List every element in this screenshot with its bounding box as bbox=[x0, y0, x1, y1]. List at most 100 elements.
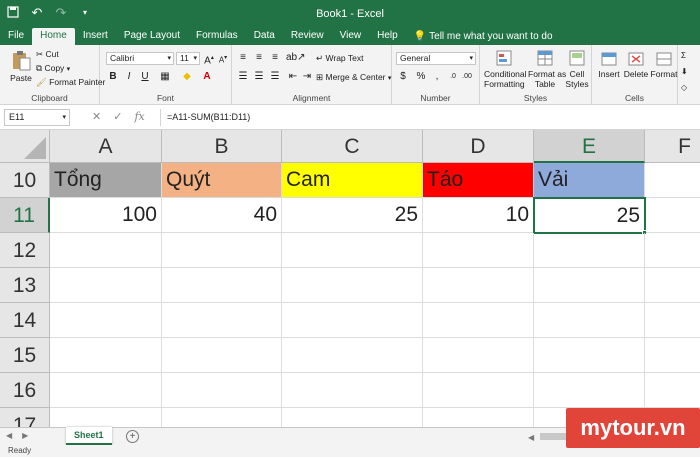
align-left-icon[interactable]: ☰ bbox=[236, 70, 250, 83]
comma-icon[interactable]: , bbox=[430, 70, 444, 83]
cell-a17[interactable] bbox=[50, 408, 162, 427]
increase-indent-icon[interactable]: ⇥ bbox=[300, 70, 314, 83]
formula-input[interactable]: =A11-SUM(B11:D11) bbox=[160, 109, 696, 126]
insert-function-icon[interactable]: fx bbox=[134, 110, 144, 123]
cell-d13[interactable] bbox=[423, 268, 534, 303]
decrease-decimal-icon[interactable]: .00 bbox=[460, 70, 474, 83]
column-header-d[interactable]: D bbox=[423, 130, 534, 163]
conditional-formatting-button[interactable]: Conditional Formatting bbox=[484, 49, 527, 89]
paste-button[interactable]: Paste bbox=[8, 49, 34, 83]
column-header-b[interactable]: B bbox=[162, 130, 282, 163]
cell-e11[interactable]: 25 bbox=[533, 197, 646, 234]
select-all-corner[interactable] bbox=[0, 130, 50, 163]
tab-help[interactable]: Help bbox=[369, 28, 406, 45]
currency-icon[interactable]: $ bbox=[396, 70, 410, 83]
row-header-16[interactable]: 16 bbox=[0, 373, 50, 408]
row-header-12[interactable]: 12 bbox=[0, 233, 50, 268]
cut-button[interactable]: ✂ Cut bbox=[36, 49, 59, 60]
align-bottom-icon[interactable]: ≡ bbox=[268, 51, 282, 64]
cell-e16[interactable] bbox=[534, 373, 645, 408]
merge-center-button[interactable]: ⊞ Merge & Center ▾ bbox=[316, 72, 391, 83]
copy-button[interactable]: ⧉ Copy ▾ bbox=[36, 63, 70, 74]
column-header-a[interactable]: A bbox=[50, 130, 162, 163]
cell-e15[interactable] bbox=[534, 338, 645, 373]
cell-d11[interactable]: 10 bbox=[423, 198, 534, 233]
cell-d14[interactable] bbox=[423, 303, 534, 338]
cell-d17[interactable] bbox=[423, 408, 534, 427]
format-as-table-button[interactable]: Format as Table bbox=[528, 49, 566, 89]
cell-c15[interactable] bbox=[282, 338, 423, 373]
row-header-10[interactable]: 10 bbox=[0, 163, 50, 198]
enter-icon[interactable]: ✓ bbox=[113, 110, 122, 123]
tab-home[interactable]: Home bbox=[32, 28, 75, 45]
cell-f16[interactable] bbox=[645, 373, 700, 408]
row-header-17[interactable]: 17 bbox=[0, 408, 50, 427]
decrease-indent-icon[interactable]: ⇤ bbox=[286, 70, 300, 83]
format-cells-button[interactable]: Format bbox=[650, 49, 678, 79]
tell-me-box[interactable]: 💡 Tell me what you want to do bbox=[406, 28, 561, 45]
number-format-select[interactable]: General ▾ bbox=[396, 52, 476, 65]
tab-formulas[interactable]: Formulas bbox=[188, 28, 246, 45]
font-color-icon[interactable]: A bbox=[200, 70, 214, 83]
cell-a13[interactable] bbox=[50, 268, 162, 303]
cell-f14[interactable] bbox=[645, 303, 700, 338]
cell-d12[interactable] bbox=[423, 233, 534, 268]
bold-icon[interactable]: B bbox=[106, 70, 120, 83]
font-name-select[interactable]: Calibri ▾ bbox=[106, 52, 174, 65]
cell-f11[interactable] bbox=[646, 198, 700, 233]
tab-view[interactable]: View bbox=[332, 28, 370, 45]
cell-d10[interactable]: Táo bbox=[423, 163, 534, 198]
cell-d16[interactable] bbox=[423, 373, 534, 408]
cell-f12[interactable] bbox=[645, 233, 700, 268]
cell-c10[interactable]: Cam bbox=[282, 163, 423, 198]
cell-b12[interactable] bbox=[162, 233, 282, 268]
cell-styles-button[interactable]: Cell Styles bbox=[564, 49, 590, 89]
cell-c17[interactable] bbox=[282, 408, 423, 427]
fill-icon[interactable]: ⬇ bbox=[681, 67, 688, 76]
prev-sheet-icon[interactable]: ◀ bbox=[6, 431, 12, 440]
align-middle-icon[interactable]: ≡ bbox=[252, 51, 266, 64]
borders-icon[interactable]: ▦ bbox=[158, 70, 172, 83]
cell-a14[interactable] bbox=[50, 303, 162, 338]
increase-font-icon[interactable]: A▴ bbox=[202, 52, 216, 66]
cell-b10[interactable]: Quýt bbox=[162, 163, 282, 198]
cell-f10[interactable] bbox=[645, 163, 700, 198]
cell-a10[interactable]: Tổng bbox=[50, 163, 162, 198]
add-sheet-icon[interactable]: + bbox=[126, 430, 139, 443]
cell-b13[interactable] bbox=[162, 268, 282, 303]
row-header-11[interactable]: 11 bbox=[0, 198, 50, 233]
orientation-icon[interactable]: ab↗ bbox=[286, 51, 306, 64]
cell-b16[interactable] bbox=[162, 373, 282, 408]
cell-e12[interactable] bbox=[534, 233, 645, 268]
tab-file[interactable]: File bbox=[0, 28, 32, 45]
cell-a12[interactable] bbox=[50, 233, 162, 268]
italic-icon[interactable]: I bbox=[122, 70, 136, 83]
tab-data[interactable]: Data bbox=[246, 28, 283, 45]
format-painter-button[interactable]: 🖌 Format Painter bbox=[36, 77, 105, 88]
cell-e14[interactable] bbox=[534, 303, 645, 338]
tab-insert[interactable]: Insert bbox=[75, 28, 116, 45]
clear-icon[interactable]: ◇ bbox=[681, 83, 687, 92]
wrap-text-button[interactable]: ↵ Wrap Text bbox=[316, 53, 363, 64]
cell-e13[interactable] bbox=[534, 268, 645, 303]
align-top-icon[interactable]: ≡ bbox=[236, 51, 250, 64]
column-header-c[interactable]: C bbox=[282, 130, 423, 163]
fill-color-icon[interactable]: ◆ bbox=[180, 70, 194, 83]
increase-decimal-icon[interactable]: .0 bbox=[446, 70, 460, 83]
percent-icon[interactable]: % bbox=[414, 70, 428, 83]
row-header-14[interactable]: 14 bbox=[0, 303, 50, 338]
cell-b17[interactable] bbox=[162, 408, 282, 427]
cell-c13[interactable] bbox=[282, 268, 423, 303]
row-header-15[interactable]: 15 bbox=[0, 338, 50, 373]
cell-c16[interactable] bbox=[282, 373, 423, 408]
align-right-icon[interactable]: ☰ bbox=[268, 70, 282, 83]
insert-cells-button[interactable]: Insert bbox=[596, 49, 622, 79]
decrease-font-icon[interactable]: A▾ bbox=[216, 52, 230, 65]
name-box[interactable]: E11 ▾ bbox=[4, 109, 70, 126]
cell-a11[interactable]: 100 bbox=[50, 198, 162, 233]
cancel-icon[interactable]: ✕ bbox=[92, 110, 101, 123]
cell-a15[interactable] bbox=[50, 338, 162, 373]
cell-c12[interactable] bbox=[282, 233, 423, 268]
row-header-13[interactable]: 13 bbox=[0, 268, 50, 303]
cell-b14[interactable] bbox=[162, 303, 282, 338]
